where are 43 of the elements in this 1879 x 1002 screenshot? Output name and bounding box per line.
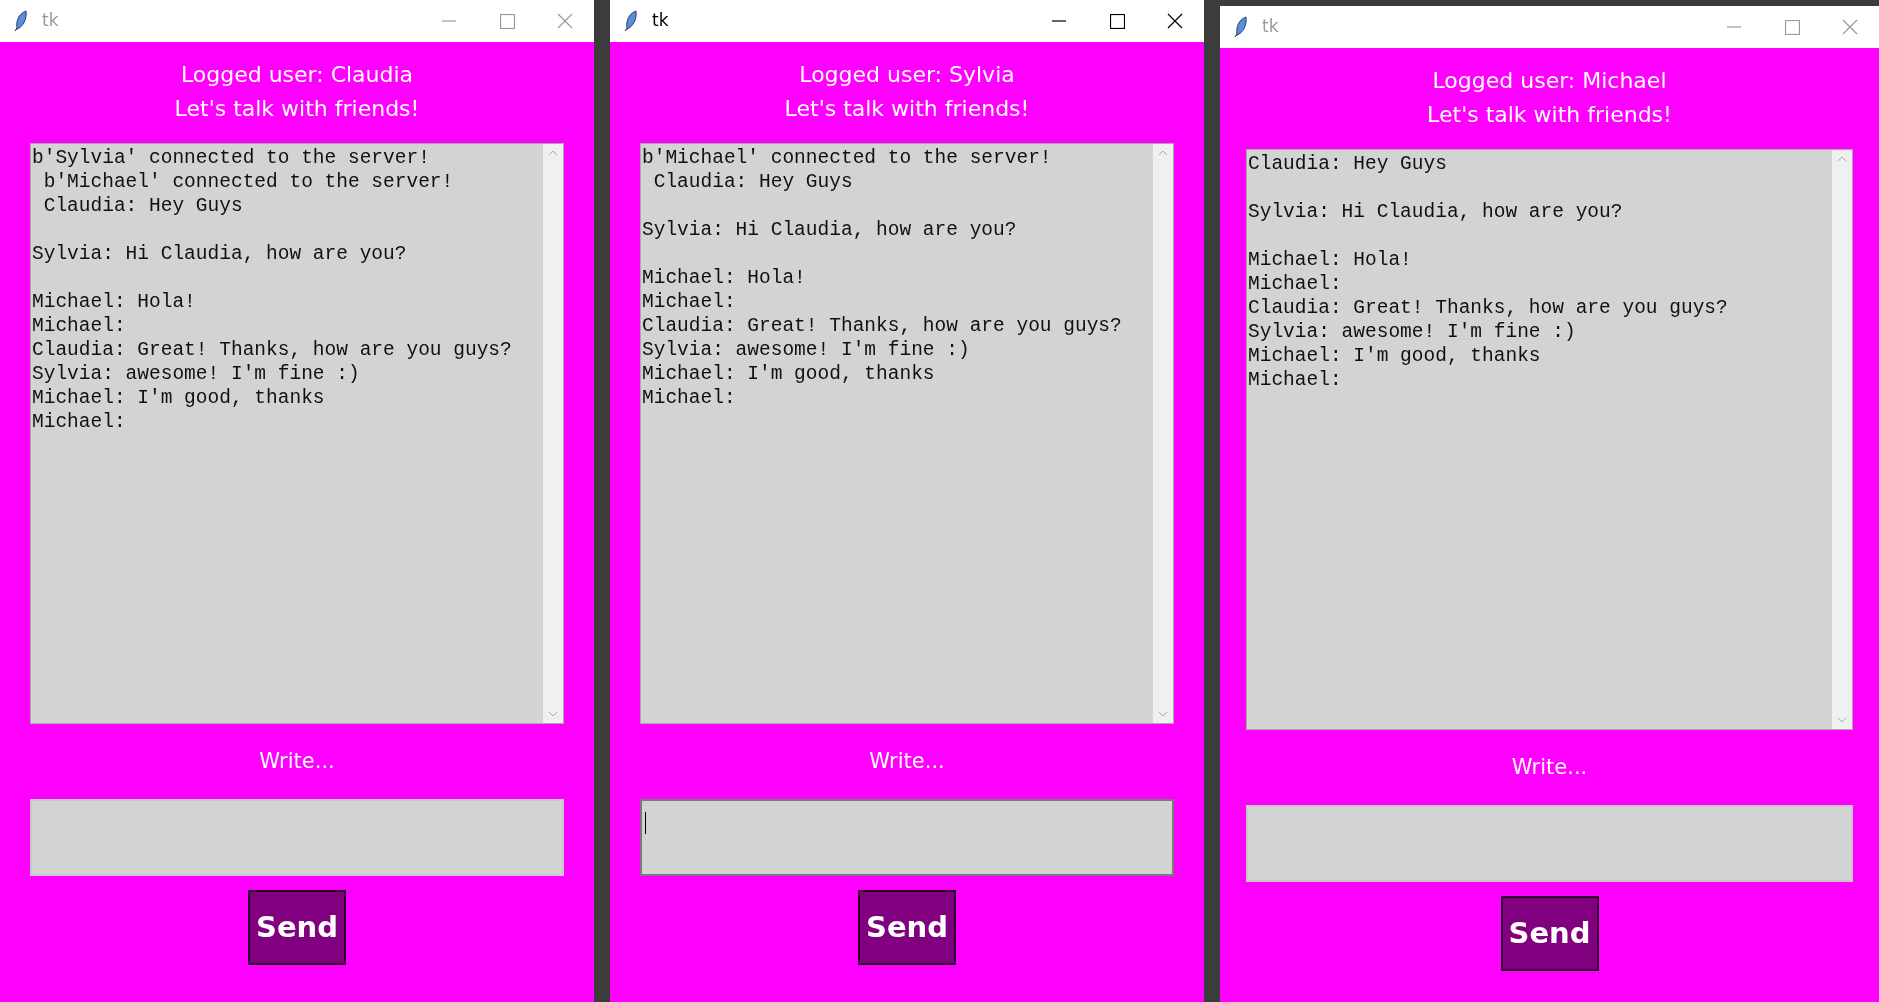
- window-title: tk: [1262, 15, 1279, 39]
- maximize-icon: [1109, 13, 1125, 29]
- feather-icon: [14, 10, 28, 32]
- scroll-down-icon: [1837, 717, 1847, 723]
- subtitle: Let's talk with friends!: [1427, 101, 1672, 129]
- maximize-icon: [499, 13, 515, 29]
- write-label: Write...: [869, 748, 945, 775]
- send-button[interactable]: Send: [1500, 896, 1599, 971]
- logged-user-label: Logged user: Sylvia: [799, 61, 1015, 89]
- write-label: Write...: [259, 748, 335, 775]
- close-icon: [557, 13, 573, 29]
- minimize-icon: [1727, 26, 1741, 28]
- scrollbar[interactable]: [1153, 144, 1173, 723]
- message-input[interactable]: [640, 799, 1174, 876]
- text-cursor: [645, 811, 646, 834]
- scroll-down-icon: [1158, 711, 1168, 717]
- send-button[interactable]: Send: [858, 890, 956, 965]
- feather-icon: [624, 10, 638, 32]
- scroll-down-icon: [548, 711, 558, 717]
- message-input[interactable]: [1246, 805, 1853, 882]
- subtitle: Let's talk with friends!: [174, 95, 420, 123]
- minimize-icon: [442, 20, 456, 22]
- write-label: Write...: [1511, 754, 1588, 781]
- chat-log: b'Sylvia' connected to the server! b'Michael' connected to the server! Claudia: Hey Guys Sylvia: Hi Claudia, how are you? Michael: Hola! Michael: Claudia: Great! Thanks, how are you guys? Sylvia: awesome! I'm fine :) Michael: I'm good, thanks Michael:: [31, 146, 513, 435]
- message-input[interactable]: [30, 799, 564, 876]
- minimize-icon: [1052, 20, 1066, 22]
- close-icon: [1167, 13, 1183, 29]
- window-title: tk: [652, 9, 669, 33]
- window-title: tk: [42, 9, 59, 33]
- scroll-up-icon: [1158, 150, 1168, 156]
- chat-log: b'Michael' connected to the server! Claudia: Hey Guys Sylvia: Hi Claudia, how are you? Michael: Hola! Michael: Claudia: Great! Thanks, how are you guys? Sylvia: awesome! I'm fine :) Michael: I'm good, thanks Michael:: [641, 146, 1123, 411]
- scroll-up-icon: [548, 150, 558, 156]
- close-icon: [1842, 19, 1858, 35]
- maximize-icon: [1784, 19, 1800, 35]
- scrollbar[interactable]: [543, 144, 563, 723]
- logged-user-label: Logged user: Michael: [1432, 67, 1667, 95]
- scrollbar[interactable]: [1832, 150, 1852, 729]
- subtitle: Let's talk with friends!: [784, 95, 1030, 123]
- scroll-up-icon: [1837, 156, 1847, 162]
- send-button[interactable]: Send: [248, 890, 346, 965]
- chat-log: Claudia: Hey Guys Sylvia: Hi Claudia, how are you? Michael: Hola! Michael: Claudia: Great! Thanks, how are you guys? Sylvia: awesome! I'm fine :) Michael: I'm good, thanks Michael:: [1247, 152, 1729, 393]
- logged-user-label: Logged user: Claudia: [180, 61, 414, 89]
- feather-icon: [1234, 16, 1248, 38]
